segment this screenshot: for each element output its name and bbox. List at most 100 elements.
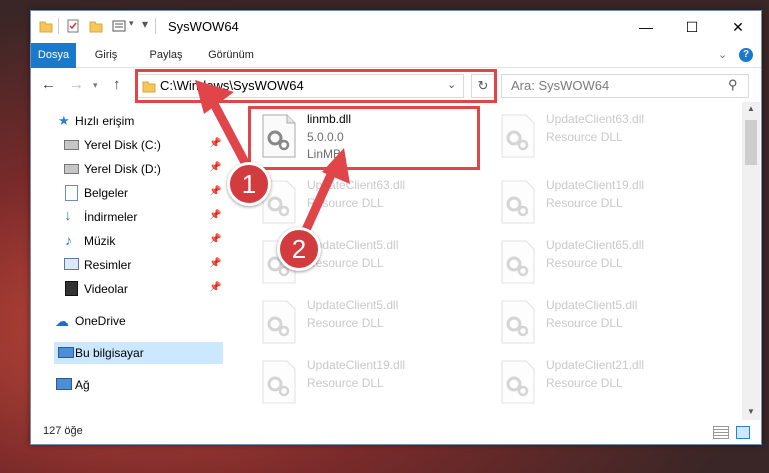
sidebar-item-quick-access[interactable]: ★ Hızlı erişim: [31, 110, 223, 132]
dll-file-icon: [501, 114, 535, 158]
dll-file-icon: [501, 180, 535, 224]
file-description: Resource DLL: [307, 316, 384, 330]
file-highlight: [248, 106, 480, 170]
file-description: Resource DLL: [307, 376, 384, 390]
dll-file-icon: [501, 240, 535, 284]
pin-icon[interactable]: 📌: [209, 162, 221, 173]
file-name: UpdateClient5.dll: [546, 298, 638, 312]
computer-icon: [58, 347, 74, 358]
pictures-icon: [64, 258, 79, 270]
file-name: UpdateClient63.dll: [546, 112, 645, 126]
file-item[interactable]: UpdateClient65.dll Resource DLL: [490, 234, 720, 292]
file-item[interactable]: UpdateClient5.dll Resource DLL: [251, 294, 481, 352]
tab-home[interactable]: Giriş: [86, 43, 126, 67]
file-name: UpdateClient21.dll: [546, 358, 645, 372]
pin-icon[interactable]: 📌: [209, 282, 221, 293]
scroll-down-icon[interactable]: ▼: [747, 407, 755, 416]
sidebar-item-documents[interactable]: Belgeler 📌: [31, 182, 223, 204]
sidebar-item-label: İndirmeler: [84, 210, 138, 224]
dropdown-arrow-icon[interactable]: ▾: [129, 18, 134, 29]
sidebar-item-label: Resimler: [84, 258, 132, 272]
file-name: UpdateClient65.dll: [546, 238, 645, 252]
file-description: Resource DLL: [546, 376, 623, 390]
sidebar-item-downloads[interactable]: ↓ İndirmeler 📌: [31, 206, 223, 228]
pin-icon[interactable]: 📌: [209, 138, 221, 149]
quick-access-toolbar-icon[interactable]: ▾: [142, 17, 148, 31]
tab-share[interactable]: Paylaş: [141, 43, 191, 67]
star-icon: ★: [58, 113, 70, 128]
file-item[interactable]: UpdateClient21.dll Resource DLL: [490, 354, 720, 412]
tab-view[interactable]: Görünüm: [201, 43, 261, 67]
help-icon[interactable]: ?: [739, 48, 753, 62]
file-item[interactable]: UpdateClient19.dll Resource DLL: [490, 174, 720, 232]
dll-file-icon: [501, 300, 535, 344]
recent-locations-icon[interactable]: ▾: [93, 80, 98, 91]
sidebar-item-label: Belgeler: [84, 186, 129, 200]
maximize-button[interactable]: ☐: [669, 11, 715, 43]
file-description: Resource DLL: [546, 316, 623, 330]
scroll-up-icon[interactable]: ▲: [747, 104, 755, 113]
folder-icon: [39, 21, 53, 33]
file-description: Resource DLL: [546, 256, 623, 270]
file-item[interactable]: UpdateClient63.dll Resource DLL: [490, 108, 720, 166]
large-icons-view-icon[interactable]: [736, 426, 750, 439]
sidebar-item-local-disk-c[interactable]: Yerel Disk (C:) 📌: [31, 134, 223, 156]
ribbon-tabs: Dosya Giriş Paylaş Görünüm ⌄ ?: [31, 43, 761, 101]
cloud-icon: ☁: [55, 313, 69, 329]
sidebar-item-label: Bu bilgisayar: [75, 346, 144, 360]
item-count: 127 öğe: [43, 425, 83, 437]
drive-icon: [64, 164, 79, 174]
scrollbar-thumb[interactable]: [745, 120, 757, 165]
sidebar-item-music[interactable]: ♪ Müzik 📌: [31, 230, 223, 252]
search-input[interactable]: Ara: SysWOW64: [511, 78, 609, 93]
file-name: UpdateClient19.dll: [307, 358, 406, 372]
file-name: UpdateClient19.dll: [546, 178, 645, 192]
properties-icon[interactable]: [66, 19, 80, 33]
video-icon: [65, 281, 78, 296]
search-box[interactable]: Ara: SysWOW64 ⚲: [501, 74, 749, 98]
back-arrow-icon[interactable]: ←: [41, 76, 56, 93]
title-bar: ▾ ▾ SysWOW64 — ☐ ✕: [31, 11, 761, 43]
pin-icon[interactable]: 📌: [209, 186, 221, 197]
sidebar-item-label: Videolar: [84, 282, 128, 296]
file-item[interactable]: UpdateClient19.dll Resource DLL: [251, 354, 481, 412]
pin-icon[interactable]: 📌: [209, 210, 221, 221]
download-icon: ↓: [64, 207, 72, 224]
file-item[interactable]: UpdateClient63.dll Resource DLL: [251, 174, 481, 232]
step-2-badge: 2: [277, 227, 321, 271]
pin-icon[interactable]: 📌: [209, 258, 221, 269]
file-item[interactable]: UpdateClient5.dll Resource DLL: [490, 294, 720, 352]
sidebar-item-label: Yerel Disk (D:): [84, 162, 161, 176]
search-icon[interactable]: ⚲: [728, 77, 738, 93]
up-arrow-icon[interactable]: ↑: [113, 76, 121, 93]
sidebar-item-local-disk-d[interactable]: Yerel Disk (D:) 📌: [31, 158, 223, 180]
vertical-scrollbar[interactable]: ▲ ▼: [742, 102, 760, 420]
network-icon: [56, 378, 72, 390]
dll-file-icon: [262, 300, 296, 344]
close-button[interactable]: ✕: [715, 11, 761, 43]
ribbon-expand-icon[interactable]: ⌄: [718, 48, 727, 61]
document-icon: [65, 185, 78, 201]
file-description: Resource DLL: [546, 196, 623, 210]
sidebar-item-this-pc[interactable]: Bu bilgisayar: [54, 342, 223, 364]
music-icon: ♪: [65, 232, 72, 248]
file-name: UpdateClient63.dll: [307, 178, 406, 192]
forward-arrow-icon[interactable]: →: [69, 76, 84, 93]
file-description: Resource DLL: [546, 130, 623, 144]
dll-file-icon: [501, 360, 535, 404]
sidebar-item-network[interactable]: Ağ: [31, 374, 223, 396]
sidebar-item-pictures[interactable]: Resimler 📌: [31, 254, 223, 276]
sidebar-item-label: Hızlı erişim: [75, 114, 135, 128]
status-bar: 127 öğe: [31, 420, 761, 444]
pin-icon[interactable]: 📌: [209, 234, 221, 245]
sidebar-item-videos[interactable]: Videolar 📌: [31, 278, 223, 300]
customize-toolbar-icon[interactable]: [112, 19, 126, 33]
minimize-button[interactable]: —: [623, 11, 669, 43]
new-folder-icon[interactable]: [89, 19, 103, 33]
address-highlight: [135, 69, 497, 103]
dll-file-icon: [262, 360, 296, 404]
sidebar-item-onedrive[interactable]: ☁ OneDrive: [31, 310, 223, 332]
details-view-icon[interactable]: [713, 426, 729, 439]
sidebar-item-label: Yerel Disk (C:): [84, 138, 161, 152]
window-title: SysWOW64: [168, 19, 239, 34]
